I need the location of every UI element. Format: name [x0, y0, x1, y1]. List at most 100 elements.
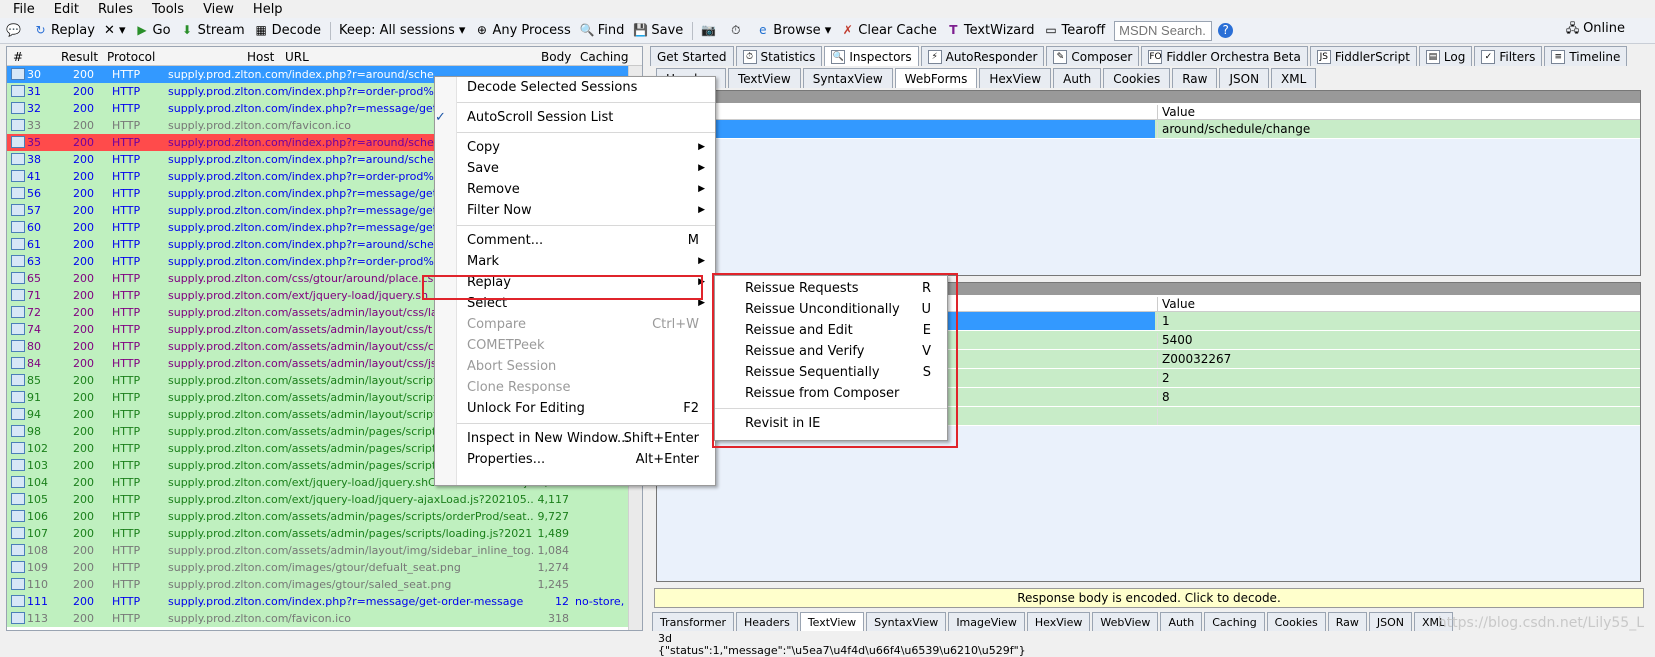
menu-item-shortcut: F2	[683, 401, 699, 416]
go-button[interactable]: ▶ Go	[135, 23, 170, 38]
menu-edit[interactable]: Edit	[41, 2, 85, 17]
menu-item-filter-now[interactable]: Filter Now ▶	[457, 200, 715, 221]
screenshot-button[interactable]: 📷	[701, 23, 719, 38]
menu-item-copy[interactable]: Copy ▶	[457, 137, 715, 158]
grid-row[interactable]: around/schedule/change	[657, 120, 1640, 139]
menu-item-remove[interactable]: Remove ▶	[457, 179, 715, 200]
session-cell-result: 200	[73, 289, 94, 302]
tab-webview[interactable]: WebView	[1092, 612, 1159, 631]
menu-rules[interactable]: Rules	[85, 2, 139, 17]
tab-timeline[interactable]: ≡ Timeline	[1544, 46, 1628, 66]
menu-item-save[interactable]: Save ▶	[457, 158, 715, 179]
session-row[interactable]: 105 200 HTTP supply.prod.zlton.com/ext/jque…	[7, 491, 642, 508]
tab-textview[interactable]: TextView	[799, 612, 865, 631]
tab-auth[interactable]: Auth	[1160, 612, 1203, 631]
tab-autoresponder[interactable]: ⚡ AutoResponder	[920, 46, 1045, 66]
help-button[interactable]: ?	[1218, 23, 1236, 38]
save-button[interactable]: 💾 Save	[633, 23, 683, 38]
tab-log[interactable]: ▤ Log	[1418, 46, 1473, 66]
column-header-url[interactable]: URL	[285, 50, 309, 64]
browse-button[interactable]: e Browse ▾	[755, 23, 831, 38]
session-row[interactable]: 113 200 HTTP supply.prod.zlton.com/favicon.…	[7, 610, 642, 627]
timer-button[interactable]: ⏱	[728, 23, 746, 38]
textwizard-button[interactable]: T TextWizard	[946, 23, 1034, 38]
column-header-result[interactable]: Result	[61, 50, 98, 64]
menu-item-comment[interactable]: Comment... M	[457, 230, 715, 251]
column-header-host[interactable]: Host	[247, 50, 274, 64]
session-type-icon	[11, 255, 25, 267]
menu-item-clone-response[interactable]: Clone Response	[457, 377, 715, 398]
tab-fiddlerscript[interactable]: JS FiddlerScript	[1309, 46, 1417, 66]
tab-hexview[interactable]: HexView	[979, 68, 1052, 88]
session-list-header: # Result Protocol Host URL Body Caching	[7, 47, 642, 66]
session-row[interactable]: 109 200 HTTP supply.prod.zlton.com/images/g…	[7, 559, 642, 576]
column-header-body[interactable]: Body	[541, 50, 571, 64]
menu-item-cometpeek[interactable]: COMETPeek	[457, 335, 715, 356]
tab-label: TextView	[737, 71, 791, 86]
clear-cache-button[interactable]: ✗ Clear Cache	[840, 23, 937, 38]
session-row[interactable]: 111 200 HTTP supply.prod.zlton.com/index.ph…	[7, 593, 642, 610]
find-button[interactable]: 🔍 Find	[580, 23, 625, 38]
menu-item-compare[interactable]: Compare Ctrl+W	[457, 314, 715, 335]
menu-item-unlock-for-editing[interactable]: Unlock For Editing F2	[457, 398, 715, 419]
menu-item-label: Unlock For Editing	[467, 401, 585, 416]
tab-headers[interactable]: Headers	[736, 612, 798, 631]
tab-fiddler-orchestra-beta[interactable]: FO Fiddler Orchestra Beta	[1141, 46, 1308, 66]
menu-item-mark[interactable]: Mark ▶	[457, 251, 715, 272]
response-body: 3d {"status":1,"message":"\u5ea7\u4f4d\u6…	[658, 632, 1026, 657]
column-header-caching[interactable]: Caching	[580, 50, 629, 64]
tab-json[interactable]: JSON	[1219, 68, 1270, 88]
any-process-button[interactable]: ⊕ Any Process	[474, 23, 571, 38]
tab-auth[interactable]: Auth	[1053, 68, 1102, 88]
tab-syntaxview[interactable]: SyntaxView	[802, 68, 893, 88]
tab-json[interactable]: JSON	[1368, 612, 1413, 631]
tab-textview[interactable]: TextView	[727, 68, 801, 88]
keep-sessions-dropdown[interactable]: Keep: All sessions ▾	[339, 23, 465, 38]
tab-cookies[interactable]: Cookies	[1266, 612, 1326, 631]
tab-composer[interactable]: ✎ Composer	[1046, 46, 1140, 66]
tab-raw[interactable]: Raw	[1172, 68, 1218, 88]
remove-button[interactable]: ✕ ▾	[104, 23, 126, 38]
tearoff-button[interactable]: ▭ Tearoff	[1043, 23, 1105, 38]
tab-statistics[interactable]: ⏱ Statistics	[735, 46, 823, 66]
menu-item-decode-selected-sessions[interactable]: Decode Selected Sessions	[457, 77, 715, 98]
session-cell-protocol: HTTP	[112, 204, 141, 217]
tab-inspectors[interactable]: 🔍 Inspectors	[824, 46, 919, 66]
column-header-num[interactable]: #	[13, 50, 23, 64]
menu-item-abort-session[interactable]: Abort Session	[457, 356, 715, 377]
session-row[interactable]: 110 200 HTTP supply.prod.zlton.com/images/g…	[7, 576, 642, 593]
tab-cookies[interactable]: Cookies	[1103, 68, 1171, 88]
session-row[interactable]: 106 200 HTTP supply.prod.zlton.com/assets/a…	[7, 508, 642, 525]
menu-tools[interactable]: Tools	[139, 2, 190, 17]
tab-hexview[interactable]: HexView	[1026, 612, 1091, 631]
menu-item-properties[interactable]: Properties... Alt+Enter	[457, 449, 715, 470]
column-header-protocol[interactable]: Protocol	[107, 50, 155, 64]
tab-imageview[interactable]: ImageView	[948, 612, 1025, 631]
tab-caching[interactable]: Caching	[1204, 612, 1265, 631]
msdn-search-input[interactable]	[1114, 20, 1213, 41]
session-type-icon	[11, 544, 25, 556]
tab-syntaxview[interactable]: SyntaxView	[866, 612, 947, 631]
tab-transformer[interactable]: Transformer	[652, 612, 735, 631]
decode-button[interactable]: ▦ Decode	[254, 23, 321, 38]
session-row[interactable]: 108 200 HTTP supply.prod.zlton.com/assets/a…	[7, 542, 642, 559]
menu-view[interactable]: View	[190, 2, 240, 17]
menu-item-inspect-in-new-window[interactable]: Inspect in New Window... Shift+Enter	[457, 428, 715, 449]
menu-item-autoscroll-session-list[interactable]: ✓ AutoScroll Session List	[435, 107, 715, 128]
stream-button[interactable]: ⬇ Stream	[180, 23, 245, 38]
session-cell-result: 200	[73, 527, 94, 540]
menu-file[interactable]: File	[0, 2, 41, 17]
decode-response-bar[interactable]: Response body is encoded. Click to decod…	[654, 588, 1644, 608]
winconfig-button[interactable]: 💬	[6, 23, 24, 38]
tab-label: Raw	[1182, 71, 1208, 86]
session-row[interactable]: 107 200 HTTP supply.prod.zlton.com/assets/a…	[7, 525, 642, 542]
tab-filters[interactable]: ✓ Filters	[1474, 46, 1543, 66]
tab-webforms[interactable]: WebForms	[894, 68, 978, 88]
menu-help[interactable]: Help	[240, 2, 289, 17]
session-cell-host: supply.prod.zlton.com	[168, 561, 288, 574]
tab-xml[interactable]: XML	[1271, 68, 1317, 88]
tab-get-started[interactable]: Get Started	[650, 46, 734, 66]
replay-button[interactable]: ↻ Replay	[33, 23, 95, 38]
session-cell-result: 200	[73, 442, 94, 455]
tab-raw[interactable]: Raw	[1327, 612, 1367, 631]
